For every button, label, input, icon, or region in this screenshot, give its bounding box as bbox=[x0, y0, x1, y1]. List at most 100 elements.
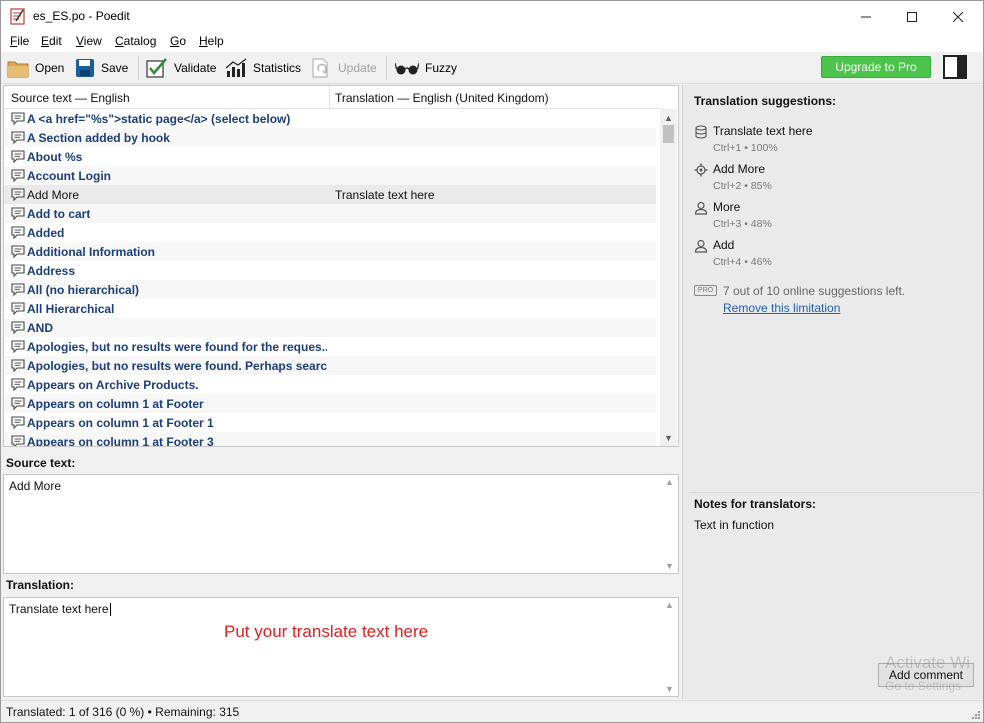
translation-text-box[interactable]: Translate text here Put your translate t… bbox=[3, 597, 679, 697]
source-text-box[interactable]: Add More ▲ ▼ bbox=[3, 474, 679, 574]
gear-icon bbox=[694, 163, 708, 177]
menu-file[interactable]: File bbox=[10, 34, 29, 48]
translation-scrollbar[interactable]: ▲ ▼ bbox=[661, 598, 678, 696]
column-divider[interactable] bbox=[329, 86, 330, 109]
scroll-up-arrow-icon[interactable]: ▲ bbox=[661, 477, 678, 487]
scroll-thumb[interactable] bbox=[663, 125, 674, 143]
speech-bubble-icon bbox=[11, 131, 25, 144]
menu-catalog[interactable]: Catalog bbox=[115, 34, 156, 48]
folder-icon bbox=[7, 61, 29, 78]
suggestion-text: Translate text here bbox=[713, 124, 813, 138]
column-header-source[interactable]: Source text — English bbox=[11, 91, 130, 105]
scroll-down-arrow-icon[interactable]: ▼ bbox=[660, 429, 677, 446]
save-label: Save bbox=[101, 61, 129, 75]
list-row[interactable]: Address bbox=[4, 261, 656, 280]
menu-go[interactable]: Go bbox=[170, 34, 186, 48]
source-text-label: Source text: bbox=[6, 456, 76, 470]
sidebar-toggle-button[interactable] bbox=[943, 55, 967, 79]
validate-button[interactable]: Validate bbox=[146, 55, 216, 81]
list-row[interactable]: All Hierarchical bbox=[4, 299, 656, 318]
status-bar: Translated: 1 of 316 (0 %) • Remaining: … bbox=[1, 700, 983, 722]
activate-windows-watermark-sub: Go to Settings bbox=[885, 679, 962, 693]
list-row[interactable]: Apologies, but no results were found for… bbox=[4, 337, 656, 356]
column-header-translation[interactable]: Translation — English (United Kingdom) bbox=[335, 91, 549, 105]
update-button[interactable]: Update bbox=[310, 55, 377, 81]
row-source-text: All Hierarchical bbox=[27, 302, 115, 316]
row-source-text: Apologies, but no results were found for… bbox=[27, 340, 327, 354]
row-source-text: Address bbox=[27, 264, 76, 278]
source-text-content: Add More bbox=[9, 479, 62, 493]
row-source-text: Appears on column 1 at Footer 1 bbox=[27, 416, 214, 430]
row-source-text: Additional Information bbox=[27, 245, 155, 259]
speech-bubble-icon bbox=[11, 226, 25, 239]
remove-limitation-link[interactable]: Remove this limitation bbox=[723, 301, 840, 315]
upgrade-to-pro-button[interactable]: Upgrade to Pro bbox=[821, 56, 931, 78]
fuzzy-label: Fuzzy bbox=[425, 61, 458, 75]
save-button[interactable]: Save bbox=[75, 55, 128, 81]
list-row[interactable]: Added bbox=[4, 223, 656, 242]
suggestion-item[interactable]: More Ctrl+3 • 48% bbox=[694, 200, 974, 236]
menu-edit-key: E bbox=[41, 34, 50, 48]
speech-bubble-icon bbox=[11, 207, 25, 220]
pro-badge: PRO bbox=[694, 285, 717, 296]
glasses-icon bbox=[395, 62, 419, 75]
list-row[interactable]: Appears on column 1 at Footer 3 bbox=[4, 432, 656, 447]
source-scrollbar[interactable]: ▲ ▼ bbox=[661, 475, 678, 573]
list-row[interactable]: Account Login bbox=[4, 166, 656, 185]
notes-title: Notes for translators: bbox=[694, 497, 817, 511]
poedit-window: es_ES.po - Poedit File Edit View Catalog… bbox=[0, 0, 984, 723]
text-caret bbox=[109, 603, 111, 617]
suggestion-meta: Ctrl+4 • 46% bbox=[713, 256, 772, 268]
scroll-down-arrow-icon[interactable]: ▼ bbox=[661, 684, 678, 694]
scroll-up-arrow-icon[interactable]: ▲ bbox=[660, 109, 677, 126]
fuzzy-button[interactable]: Fuzzy bbox=[395, 55, 457, 81]
statistics-label: Statistics bbox=[253, 61, 302, 75]
scroll-up-arrow-icon[interactable]: ▲ bbox=[661, 600, 678, 610]
speech-bubble-icon bbox=[11, 321, 25, 334]
bar-chart-icon bbox=[225, 58, 247, 77]
poedit-app-icon bbox=[10, 8, 25, 25]
row-source-text: Appears on column 1 at Footer 3 bbox=[27, 435, 214, 447]
validate-label: Validate bbox=[174, 61, 217, 75]
row-source-text: About %s bbox=[27, 150, 83, 164]
list-row[interactable]: Appears on Archive Products. bbox=[4, 375, 656, 394]
row-source-text: A Section added by hook bbox=[27, 131, 170, 145]
list-scrollbar[interactable]: ▲ ▼ bbox=[660, 109, 677, 446]
speech-bubble-icon bbox=[11, 188, 25, 201]
list-row[interactable]: AND bbox=[4, 318, 656, 337]
row-source-text: Account Login bbox=[27, 169, 111, 183]
list-row[interactable]: Appears on column 1 at Footer 1 bbox=[4, 413, 656, 432]
maximize-button[interactable] bbox=[889, 1, 935, 32]
suggestion-item[interactable]: Add Ctrl+4 • 46% bbox=[694, 238, 974, 274]
open-button[interactable]: Open bbox=[7, 55, 64, 81]
speech-bubble-icon bbox=[11, 359, 25, 372]
list-row[interactable]: About %s bbox=[4, 147, 656, 166]
minimize-icon bbox=[861, 16, 871, 17]
menu-view[interactable]: View bbox=[76, 34, 102, 48]
translation-text-content[interactable]: Translate text here bbox=[9, 602, 111, 617]
list-row[interactable]: Additional Information bbox=[4, 242, 656, 261]
suggestion-item[interactable]: Add More Ctrl+2 • 85% bbox=[694, 162, 974, 198]
database-icon bbox=[695, 125, 707, 139]
minimize-button[interactable] bbox=[843, 1, 889, 32]
close-button[interactable] bbox=[935, 1, 981, 32]
list-row[interactable]: A Section added by hook bbox=[4, 128, 656, 147]
suggestion-item[interactable]: Translate text here Ctrl+1 • 100% bbox=[694, 124, 974, 160]
list-row[interactable]: Add More Translate text here bbox=[4, 185, 656, 204]
update-document-icon bbox=[312, 58, 328, 78]
resize-grip-icon[interactable] bbox=[970, 709, 980, 719]
menu-help[interactable]: Help bbox=[199, 34, 224, 48]
list-row[interactable]: A <a href="%s">static page</a> (select b… bbox=[4, 109, 656, 128]
menu-edit[interactable]: Edit bbox=[41, 34, 62, 48]
scroll-down-arrow-icon[interactable]: ▼ bbox=[661, 561, 678, 571]
row-source-text: Appears on column 1 at Footer bbox=[27, 397, 204, 411]
list-row[interactable]: Add to cart bbox=[4, 204, 656, 223]
list-row[interactable]: Appears on column 1 at Footer bbox=[4, 394, 656, 413]
suggestions-title: Translation suggestions: bbox=[694, 94, 837, 108]
suggestion-text: Add More bbox=[713, 162, 766, 176]
list-row[interactable]: All (no hierarchical) bbox=[4, 280, 656, 299]
speech-bubble-icon bbox=[11, 264, 25, 277]
strings-list: Source text — English Translation — Engl… bbox=[3, 85, 679, 447]
list-row[interactable]: Apologies, but no results were found. Pe… bbox=[4, 356, 656, 375]
statistics-button[interactable]: Statistics bbox=[225, 55, 301, 81]
